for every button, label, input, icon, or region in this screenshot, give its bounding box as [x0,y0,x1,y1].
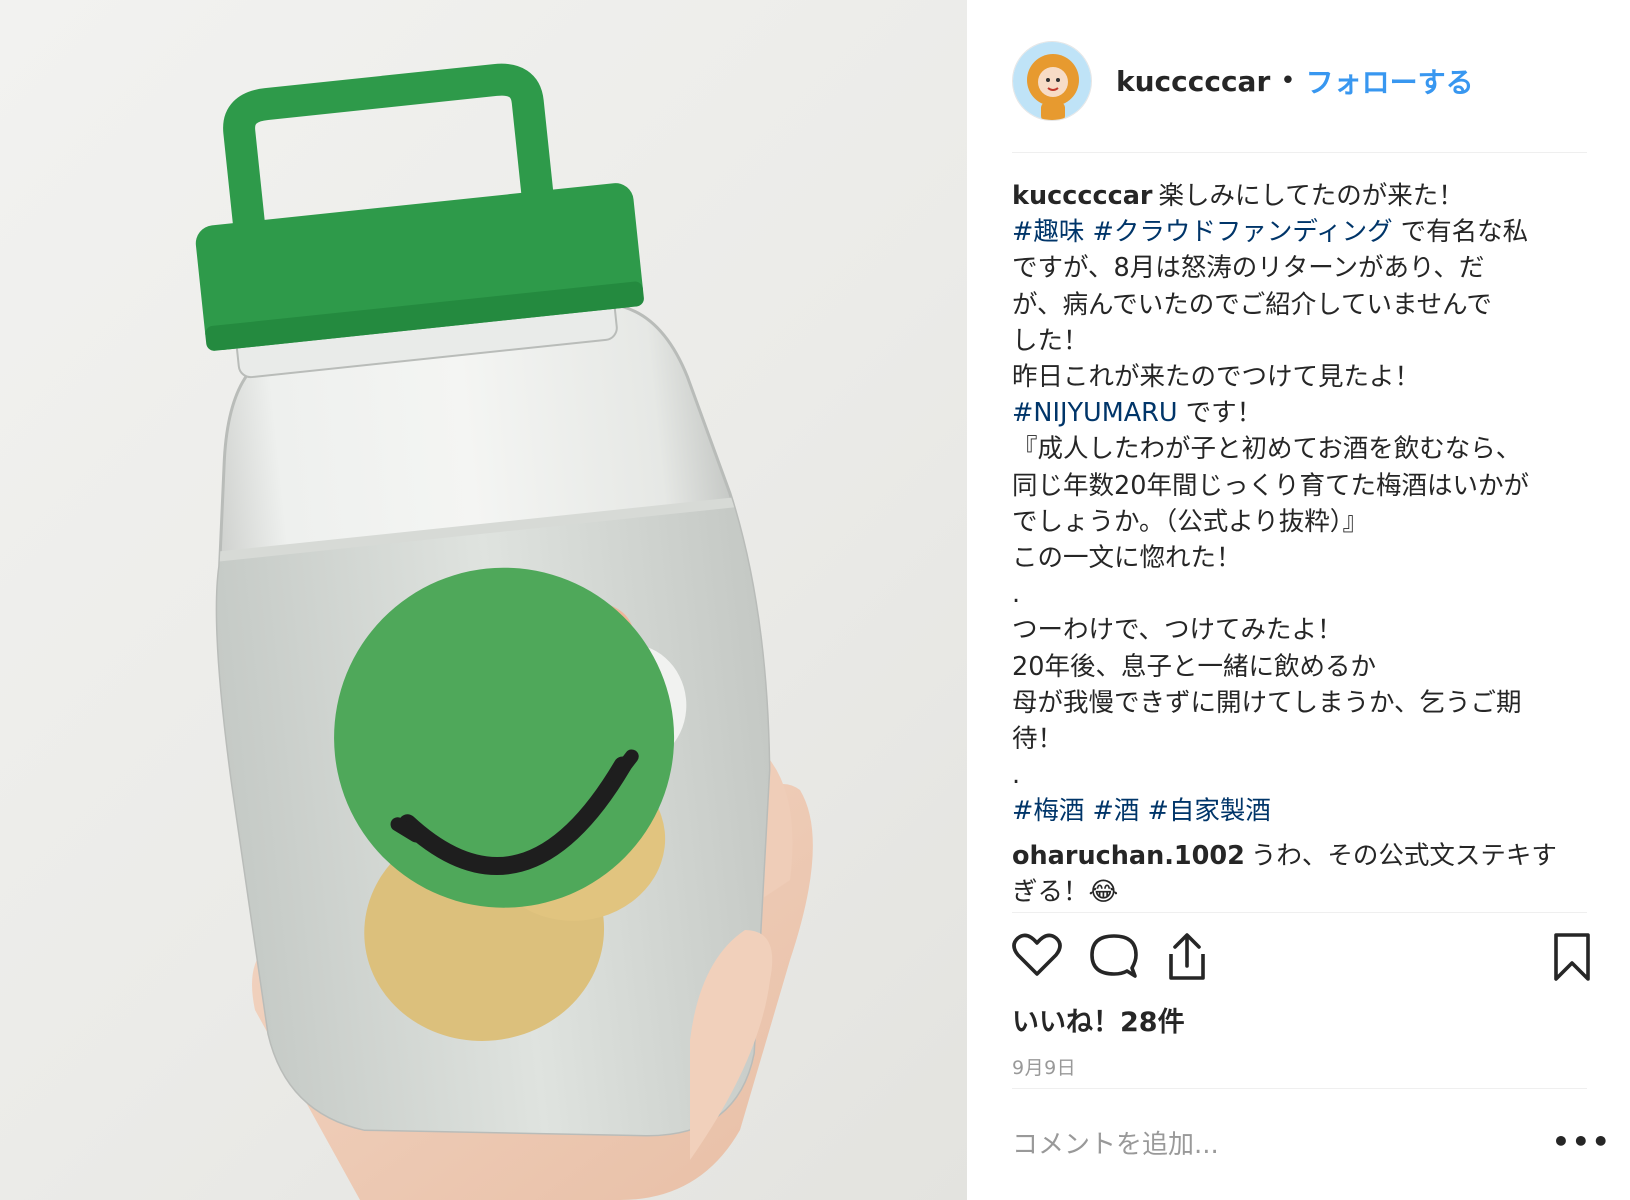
action-bar [1012,932,1592,992]
actions-divider [1012,912,1587,913]
caption-line: #趣味 #クラウドファンディング で有名な私 [1012,214,1592,250]
caption-line: この一文に惚れた！ [1012,540,1592,576]
like-count[interactable]: いいね！28件 [1012,1000,1185,1039]
caption-text: ですが、8月は怒涛のリターンがあり、だ [1012,253,1485,284]
bookmark-icon[interactable] [1552,932,1592,986]
more-options-button[interactable]: ••• [1552,1128,1612,1156]
comments-section: kucccccar 楽しみにしてたのが来た！ #趣味 #クラウドファンディング で有… [1012,178,1592,910]
hashtag-link[interactable]: #梅酒 [1012,796,1084,826]
caption-text: . [1012,579,1021,610]
caption-text: . [1012,760,1021,791]
caption-text: 同じ年数20年間じっくり育てた梅酒はいかが [1012,470,1529,501]
caption-text: が、病んでいたのでご紹介していませんで [1012,289,1492,320]
hashtag-link[interactable]: #自家製酒 [1147,796,1270,826]
caption-line: . [1012,576,1592,612]
hashtag-link[interactable]: #NIJYUMARU [1012,398,1178,428]
caption-text: でしょうか。（公式より抜粋）』 [1012,506,1368,537]
lion-avatar-icon [1013,42,1091,120]
header-separator: • [1280,66,1296,96]
caption-text: で有名な私 [1392,217,1529,248]
caption-line: 待！ [1012,721,1592,757]
avatar[interactable] [1012,41,1092,121]
caption-line: 同じ年数20年間じっくり育てた梅酒はいかが [1012,468,1592,504]
share-icon[interactable] [1164,932,1210,986]
caption-line: 『成人したわが子と初めてお酒を飲むなら、 [1012,431,1592,467]
follow-button[interactable]: フォローする [1306,61,1474,101]
post-side-panel: kucccccar • フォローする kucccccar 楽しみにしてたのが来た！… [967,0,1630,1200]
header-divider [1012,152,1587,153]
caption-text: 『成人したわが子と初めてお酒を飲むなら、 [1012,434,1522,465]
date-divider [1012,1088,1587,1089]
comment-icon[interactable] [1090,932,1138,984]
caption-text: 待！ [1012,724,1064,755]
caption-text: 楽しみにしてたのが来た！ [1158,181,1464,211]
hashtag-link[interactable]: #酒 [1092,796,1139,826]
caption-line: #梅酒 #酒 #自家製酒 [1012,793,1592,829]
caption-line: した！ [1012,323,1592,359]
caption: kucccccar 楽しみにしてたのが来た！ #趣味 #クラウドファンディング で有… [1012,178,1592,830]
caption-line: #NIJYUMARU です！ [1012,395,1592,431]
umeshu-jar-photo [185,63,813,1200]
hashtag-link[interactable]: #クラウドファンディング [1092,217,1392,247]
caption-line: が、病んでいたのでご紹介していませんで [1012,287,1592,323]
caption-username[interactable]: kucccccar [1012,181,1152,211]
hashtag-link[interactable]: #趣味 [1012,217,1084,247]
instagram-post: kucccccar • フォローする kucccccar 楽しみにしてたのが来た！… [0,0,1630,1200]
caption-text: です！ [1177,398,1263,429]
caption-line: 昨日これが来たのでつけて見たよ！ [1012,359,1592,395]
caption-text: 20年後、息子と一緒に飲めるか [1012,651,1376,682]
caption-line: でしょうか。（公式より抜粋）』 [1012,504,1592,540]
caption-line: 母が我慢できずに開けてしまうか、乞うご期 [1012,685,1592,721]
caption-line: 20年後、息子と一緒に飲めるか [1012,649,1592,685]
caption-line: . [1012,757,1592,793]
heart-icon[interactable] [1012,932,1062,982]
caption-line: kucccccar 楽しみにしてたのが来た！ [1012,178,1592,214]
post-header: kucccccar • フォローする [1012,36,1592,126]
comment-text-line: ぎる！😂 [1012,876,1119,907]
post-date[interactable]: 9月9日 [1012,1053,1076,1080]
caption-text: 昨日これが来たのでつけて見たよ！ [1012,362,1421,393]
comment-text-line: うわ、その公式文ステキす [1250,840,1557,871]
caption-text: した！ [1012,325,1089,356]
caption-line: つーわけで、つけてみたよ！ [1012,612,1592,648]
post-username[interactable]: kucccccar [1116,65,1270,98]
caption-text: この一文に惚れた！ [1012,543,1242,574]
caption-text: つーわけで、つけてみたよ！ [1012,615,1343,646]
comment-item: oharuchan.1002 うわ、その公式文ステキす ぎる！😂 [1012,838,1592,910]
caption-line: ですが、8月は怒涛のリターンがあり、だ [1012,250,1592,286]
add-comment-input[interactable] [1012,1125,1512,1165]
comment-username[interactable]: oharuchan.1002 [1012,841,1245,871]
caption-text: 母が我慢できずに開けてしまうか、乞うご期 [1012,687,1522,718]
post-photo[interactable] [0,0,967,1200]
